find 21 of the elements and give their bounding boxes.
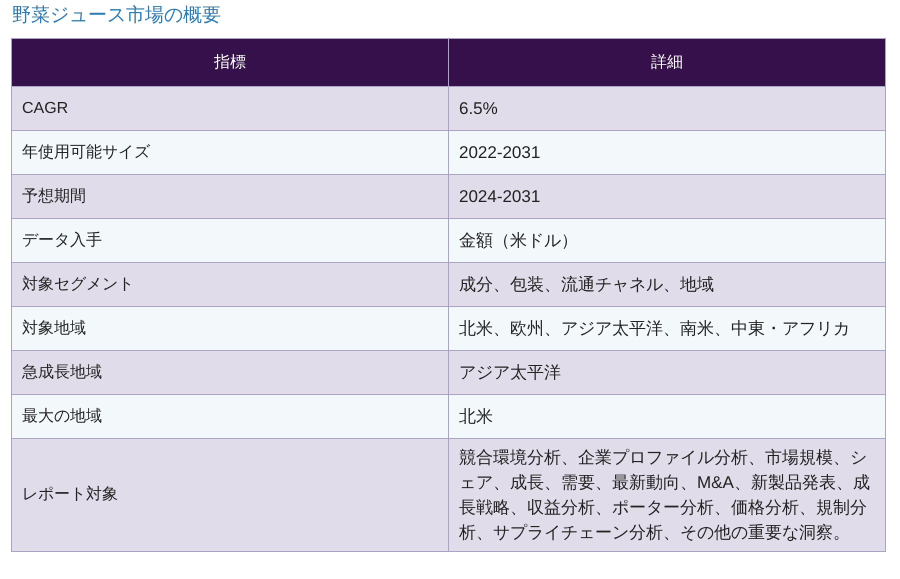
table-cell: 競合環境分析、企業プロファイル分析、市場規模、シェア、成長、需要、最新動向、M&A、新製品発表、成長戦略、収益分析、ポーター分析、価格分析、規制分析、サプライチェーン分析、その他の重要な洞察。 <box>448 438 886 552</box>
table-cell: アジア太平洋 <box>448 350 886 394</box>
page-title: 野菜ジュース市場の概要 <box>12 4 222 28</box>
column-header: 詳細 <box>448 38 886 86</box>
table-cell: 対象セグメント <box>12 262 448 306</box>
table-cell: 北米、欧州、アジア太平洋、南米、中東・アフリカ <box>448 306 886 350</box>
table-cell: 年使用可能サイズ <box>12 130 448 174</box>
table-cell: 6.5% <box>448 86 886 130</box>
table-cell: CAGR <box>12 86 448 130</box>
table-cell: データ入手 <box>12 218 448 262</box>
table-cell: 急成長地域 <box>12 350 448 394</box>
table-cell: 北米 <box>448 394 886 438</box>
table-cell: 2024-2031 <box>448 174 886 218</box>
table-cell: 対象地域 <box>12 306 448 350</box>
table-cell: 最大の地域 <box>12 394 448 438</box>
table-cell: 予想期間 <box>12 174 448 218</box>
column-header: 指標 <box>12 38 448 86</box>
table-cell: 2022-2031 <box>448 130 886 174</box>
table-cell: レポート対象 <box>12 438 448 552</box>
table-cell: 成分、包装、流通チャネル、地域 <box>448 262 886 306</box>
table-cell: 金額（米ドル） <box>448 218 886 262</box>
